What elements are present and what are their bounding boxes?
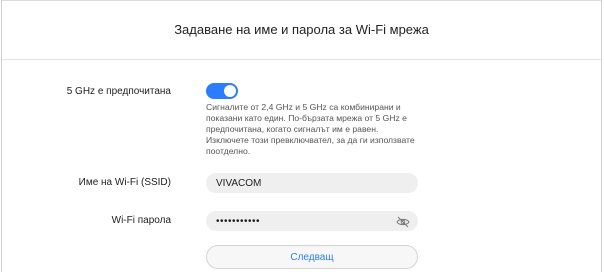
toggle-knob xyxy=(224,85,236,97)
ssid-input[interactable] xyxy=(216,177,390,189)
ssid-label: Име на Wi-Fi (SSID) xyxy=(78,177,171,188)
top-border xyxy=(2,0,601,1)
password-masked-value: ••••••••••• xyxy=(216,215,261,227)
wizard-panel: Задаване на име и парола за Wi-Fi мрежа … xyxy=(1,0,602,272)
eye-off-icon[interactable] xyxy=(396,215,410,228)
pref-5ghz-label: 5 GHz е предпочитана xyxy=(66,86,171,97)
pref-5ghz-toggle[interactable] xyxy=(206,83,238,99)
password-field[interactable]: ••••••••••• xyxy=(206,211,418,231)
title-divider xyxy=(2,59,601,60)
pref-5ghz-description: Сигналите от 2,4 GHz и 5 GHz са комбинир… xyxy=(206,102,415,156)
page-title: Задаване на име и парола за Wi-Fi мрежа xyxy=(174,22,429,37)
password-label: Wi-Fi парола xyxy=(111,215,171,226)
ssid-field-wrapper xyxy=(206,173,418,193)
next-button[interactable]: Следващ xyxy=(206,245,418,269)
